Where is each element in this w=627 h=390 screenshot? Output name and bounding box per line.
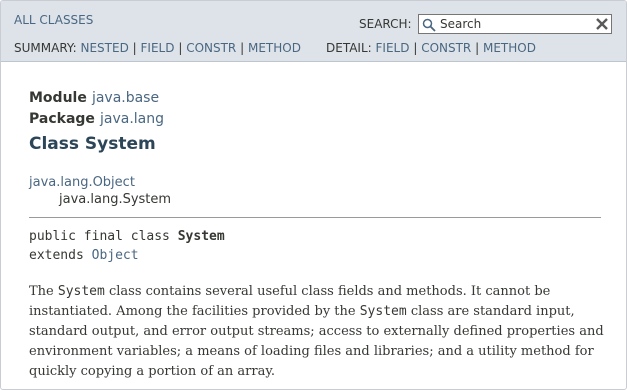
module-label: Module [29,90,87,106]
detail-method-link[interactable]: METHOD [483,41,536,55]
description-code: System [359,304,407,319]
nav-separator: | [413,41,418,55]
superclass-link[interactable]: Object [92,248,139,263]
description-code: System [57,284,105,299]
summary-constr-link[interactable]: CONSTR [186,41,236,55]
nav-separator: | [475,41,480,55]
signature-declaration: public final class System [29,229,225,244]
description-text: The [29,284,58,299]
nav-separator: | [240,41,245,55]
signature-extends: extends Object [29,248,139,263]
detail-constr-link[interactable]: CONSTR [421,41,471,55]
top-navigation-bar: ALL CLASSES SEARCH: SUMMARY: NESTED | FI… [1,1,626,62]
inheritance-parent-link[interactable]: java.lang.Object [29,175,135,190]
search-input[interactable] [440,16,590,32]
summary-nav: SUMMARY: NESTED | FIELD | CONSTR | METHO… [14,41,301,55]
signature-modifiers: public final class [29,229,170,244]
extends-keyword: extends [29,248,84,263]
nav-separator: | [178,41,183,55]
search-icon [422,18,436,32]
detail-field-link[interactable]: FIELD [376,41,410,55]
javadoc-page: ALL CLASSES SEARCH: SUMMARY: NESTED | FI… [0,0,627,390]
class-description: The System class contains several useful… [29,282,609,382]
reset-search-icon[interactable] [595,17,609,31]
summary-field-link[interactable]: FIELD [141,41,175,55]
summary-nested-link[interactable]: NESTED [81,41,129,55]
all-classes-link[interactable]: ALL CLASSES [14,13,93,27]
page-title: Class System [29,134,156,154]
summary-label: SUMMARY: [14,41,77,55]
module-link[interactable]: java.base [92,90,159,106]
search-box[interactable] [418,14,612,34]
package-line: Package java.lang [29,108,164,127]
package-label: Package [29,111,95,127]
divider [29,217,601,218]
signature-class-name: System [177,229,225,244]
summary-method-link[interactable]: METHOD [248,41,301,55]
inheritance-current-class: java.lang.System [59,192,172,207]
detail-label: DETAIL: [326,41,372,55]
detail-nav: DETAIL: FIELD | CONSTR | METHOD [326,41,536,55]
package-link[interactable]: java.lang [100,111,164,127]
search-label: SEARCH: [359,17,412,31]
nav-separator: | [132,41,137,55]
module-line: Module java.base [29,87,159,106]
